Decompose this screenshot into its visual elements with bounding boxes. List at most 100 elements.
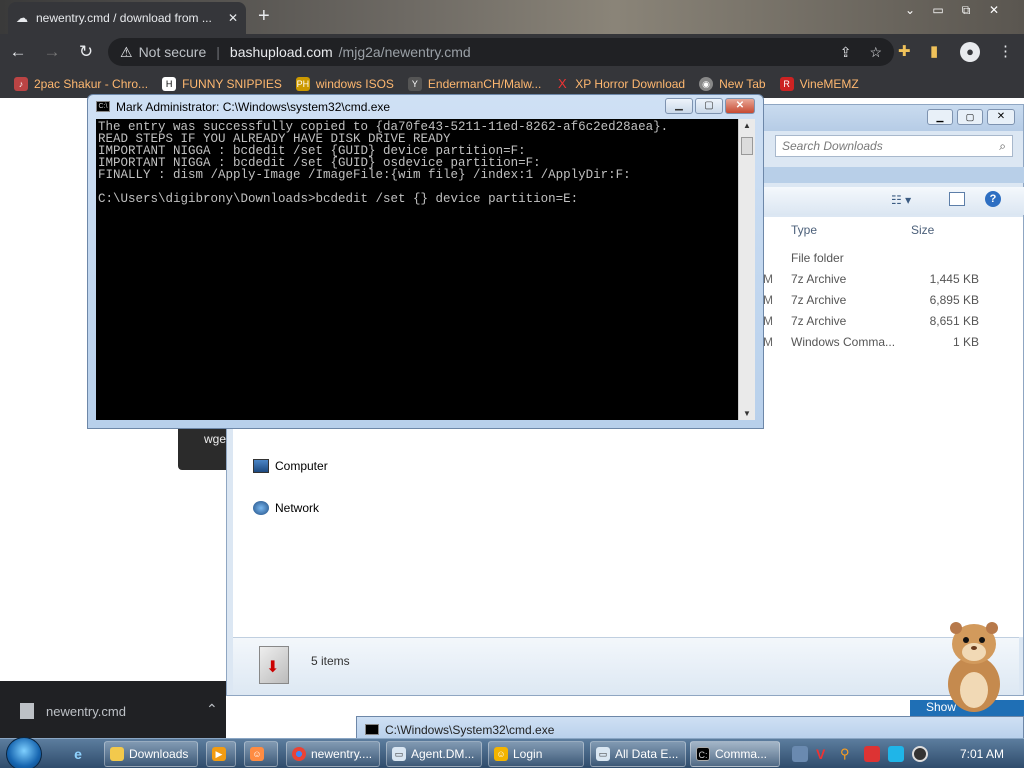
file-row[interactable]: M 7z Archive 8,651 KB — [763, 314, 1003, 334]
close-button[interactable]: ✕ — [725, 98, 755, 114]
url-domain: bashupload.com — [229, 44, 333, 60]
taskbar-item-downloads[interactable]: Downloads — [104, 741, 198, 767]
close-tab-icon[interactable]: ✕ — [228, 11, 238, 25]
minimize-button[interactable]: ▭ — [924, 0, 952, 20]
details-pane: ⬇ 5 items — [233, 637, 1019, 695]
window-icon: ▭ — [596, 747, 610, 761]
cmd-window-controls: ▁ ▢ ✕ — [665, 98, 755, 114]
display-icon[interactable] — [888, 746, 904, 762]
chrome-window-controls: ⌄ ▭ ⧉ ✕ — [896, 0, 1008, 20]
folder-icon — [110, 747, 124, 761]
vertical-scrollbar[interactable]: ▲ ▼ — [738, 119, 755, 420]
network-tray-icon[interactable] — [792, 746, 808, 762]
tab-title: newentry.cmd / download from ... — [36, 11, 212, 25]
taskbar-item-all-data[interactable]: ▭ All Data E... — [590, 741, 686, 767]
close-button[interactable]: ✕ — [987, 109, 1015, 125]
profile-avatar-icon[interactable]: ● — [960, 42, 980, 62]
forward-icon[interactable]: → — [42, 42, 62, 62]
minimize-button[interactable]: ▁ — [665, 98, 693, 114]
computer-icon — [253, 459, 269, 473]
file-icon — [20, 703, 34, 719]
background-cmd-title: C:\Windows\System32\cmd.exe — [385, 723, 555, 737]
chrome-icon — [292, 747, 306, 761]
scroll-thumb[interactable] — [741, 137, 753, 155]
download-shelf: newentry.cmd ⌃ — [0, 681, 226, 739]
scroll-up-icon[interactable]: ▲ — [739, 121, 755, 130]
file-row[interactable]: File folder — [763, 251, 1003, 271]
cmd-icon — [365, 724, 379, 735]
warning-icon: ⚠ — [120, 43, 133, 60]
media-player-icon[interactable]: ▶ — [206, 741, 236, 767]
search-tray-icon[interactable]: ⚲ — [840, 746, 856, 762]
app-icon[interactable]: ☺ — [244, 741, 278, 767]
start-button[interactable] — [6, 737, 42, 768]
bookmark-item[interactable]: ♪ 2pac Shakur - Chro... — [14, 77, 148, 91]
bookmark-item[interactable]: Y EndermanCH/Malw... — [407, 77, 541, 91]
nav-item-network[interactable]: Network — [253, 501, 319, 515]
taskbar-item-command-prompt[interactable]: C: Comma... — [690, 741, 780, 767]
bookmark-item[interactable]: H FUNNY SNIPPIES — [162, 77, 282, 91]
item-count: 5 items — [311, 654, 350, 668]
system-tray: V ⚲ 7:01 AM — [786, 739, 1024, 768]
address-bar[interactable]: ⚠ Not secure | bashupload.com/mjg2a/newe… — [108, 38, 894, 66]
explorer-command-bar: ☷ ▾ ? — [763, 187, 1024, 215]
column-header-type[interactable]: Type — [791, 223, 817, 237]
chevron-up-icon[interactable]: ⌃ — [206, 701, 218, 718]
file-row[interactable]: M Windows Comma... 1 KB — [763, 335, 1003, 355]
cmd-window: C:\ Mark Administrator: C:\Windows\syste… — [87, 94, 764, 429]
bookmark-star-icon[interactable]: ☆ — [869, 44, 882, 61]
network-icon — [253, 501, 269, 515]
cmd-icon: C:\ — [96, 101, 110, 112]
nav-item-computer[interactable]: Computer — [253, 459, 328, 473]
browser-tab[interactable]: ☁ newentry.cmd / download from ... ✕ — [8, 2, 246, 34]
console-line: FINALLY : dism /Apply-Image /ImageFile:{… — [98, 168, 631, 182]
share-icon[interactable]: ⇪ — [840, 44, 852, 61]
new-tab-button[interactable]: + — [258, 6, 270, 26]
maximize-button[interactable]: ▢ — [695, 98, 723, 114]
reload-icon[interactable]: ↻ — [76, 42, 96, 62]
background-cmd-window[interactable]: C:\Windows\System32\cmd.exe — [356, 716, 1024, 740]
taskbar-item-chrome[interactable]: newentry.... — [286, 741, 380, 767]
maximize-button[interactable]: ▢ — [957, 109, 983, 125]
extensions-icon[interactable]: ✚ — [898, 42, 911, 60]
column-header-size[interactable]: Size — [911, 223, 934, 237]
bookmark-item[interactable]: X XP Horror Download — [555, 77, 685, 92]
divider: | — [216, 44, 220, 60]
view-options-icon[interactable]: ☷ ▾ — [891, 193, 911, 207]
clock[interactable]: 7:01 AM — [960, 747, 1004, 761]
help-icon[interactable]: ? — [985, 191, 1001, 207]
internet-explorer-icon[interactable]: e — [66, 742, 90, 766]
window-icon: ▭ — [392, 747, 406, 761]
hamster-mascot — [948, 622, 1000, 712]
bookmark-item[interactable]: PH windows ISOS — [295, 77, 394, 91]
restore-button[interactable]: ⧉ — [952, 0, 980, 20]
taskbar-item-login[interactable]: ☺ Login — [488, 741, 584, 767]
console-output[interactable]: The entry was successfully copied to {da… — [96, 119, 740, 420]
close-button[interactable]: ✕ — [980, 0, 1008, 20]
menu-icon[interactable]: ⋮ — [998, 42, 1013, 60]
sidebar-icon[interactable]: ▮ — [930, 42, 938, 60]
antivirus-icon[interactable]: V — [816, 746, 832, 762]
flag-icon[interactable] — [864, 746, 880, 762]
file-row[interactable]: M 7z Archive 1,445 KB — [763, 272, 1003, 292]
file-row[interactable]: M 7z Archive 6,895 KB — [763, 293, 1003, 313]
back-icon[interactable]: ← — [8, 42, 28, 62]
windows-taskbar: e Downloads ▶ ☺ newentry.... ▭ Agent.DM..… — [0, 737, 1024, 768]
preview-pane-icon[interactable] — [949, 192, 965, 206]
explorer-menubar — [763, 167, 1024, 183]
tab-search-icon[interactable]: ⌄ — [896, 0, 924, 20]
chrome-tab-strip: ☁ newentry.cmd / download from ... ✕ + ⌄… — [0, 0, 1024, 34]
user-icon: ☺ — [494, 747, 508, 761]
minimize-button[interactable]: ▁ — [927, 109, 953, 125]
search-input[interactable]: Search Downloads ⌕ — [775, 135, 1013, 157]
console-prompt: C:\Users\digibrony\Downloads>bcdedit /se… — [98, 192, 579, 206]
volume-icon[interactable] — [912, 746, 928, 762]
cmd-window-title: Mark Administrator: C:\Windows\system32\… — [116, 100, 391, 114]
scroll-down-icon[interactable]: ▼ — [739, 409, 755, 418]
bookmark-item[interactable]: R VineMEMZ — [779, 77, 859, 91]
bookmark-item[interactable]: ◉ New Tab — [699, 77, 766, 91]
download-item[interactable]: newentry.cmd — [20, 703, 126, 719]
cmd-icon: C: — [696, 747, 710, 761]
taskbar-item-agent[interactable]: ▭ Agent.DM... — [386, 741, 482, 767]
search-icon: ⌕ — [999, 138, 1006, 153]
